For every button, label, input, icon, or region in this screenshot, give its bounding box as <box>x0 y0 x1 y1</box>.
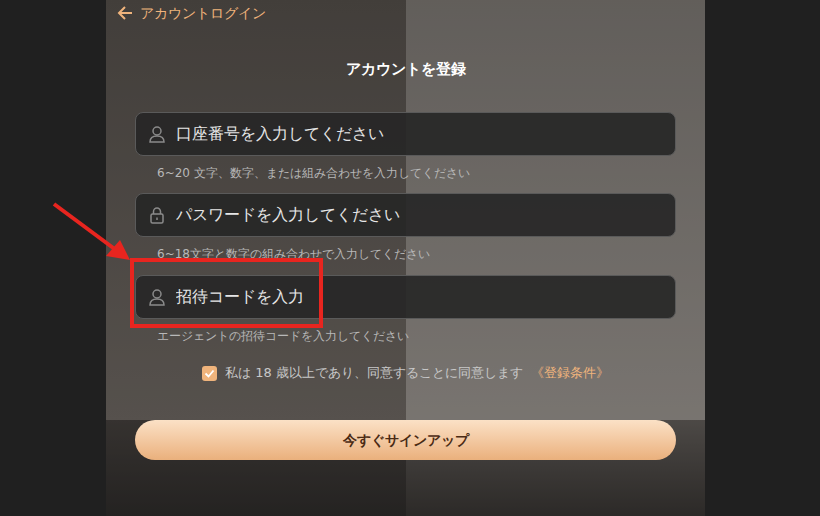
annotation-arrow-icon <box>50 200 140 270</box>
back-label: アカウントログイン <box>140 3 266 24</box>
register-form: アカウントログインアカウントを登録 6~20 文字、数字、または組み合わせを入力し… <box>106 0 705 460</box>
field-group: 6~20 文字、数字、または組み合わせを入力してください <box>135 112 676 181</box>
lock-icon <box>148 206 166 224</box>
back-link[interactable]: アカウントログイン <box>116 2 676 24</box>
signup-button[interactable]: 今すぐサインアップ <box>135 420 676 460</box>
field-hint: 6~18文字と数字の組み合わせで入力してください <box>135 246 676 262</box>
agree-checkbox[interactable] <box>202 366 217 381</box>
terms-link[interactable]: 《登録条件》 <box>531 363 609 383</box>
field-group: エージェントの招待コードを入力してください <box>135 275 676 344</box>
person-icon <box>148 288 166 306</box>
register-panel: アカウントログインアカウントを登録 6~20 文字、数字、または組み合わせを入力し… <box>106 0 705 516</box>
invite-input[interactable] <box>176 285 663 309</box>
field-hint: エージェントの招待コードを入力してください <box>135 328 676 344</box>
person-icon <box>148 125 166 143</box>
field-hint: 6~20 文字、数字、または組み合わせを入力してください <box>135 165 676 181</box>
back-arrow-icon <box>116 4 134 22</box>
check-icon <box>204 368 215 379</box>
account-input[interactable] <box>176 122 663 146</box>
input-field[interactable] <box>135 112 676 156</box>
input-field[interactable] <box>135 193 676 237</box>
input-field[interactable] <box>135 275 676 319</box>
field-group: 6~18文字と数字の組み合わせで入力してください <box>135 193 676 262</box>
highlight-box <box>130 258 323 328</box>
password-input[interactable] <box>176 203 663 227</box>
agreement-text: 私は 18 歳以上であり、同意することに同意します <box>225 363 523 383</box>
agreement-row: 私は 18 歳以上であり、同意することに同意します《登録条件》 <box>135 364 676 382</box>
page-title: アカウントを登録 <box>135 58 676 80</box>
